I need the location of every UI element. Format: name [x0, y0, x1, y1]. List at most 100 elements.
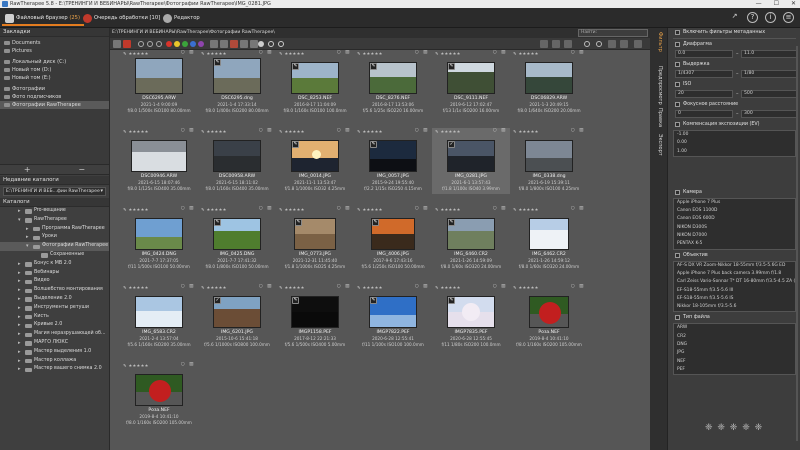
lens-filter[interactable]: Объектив — [673, 251, 796, 260]
rating-stars[interactable]: ✎ ★★★★★ — [513, 207, 539, 212]
rating-stars[interactable]: ✎ ★★★★★ — [123, 129, 149, 134]
info-icon[interactable] — [258, 41, 264, 47]
info-icon[interactable]: i — [765, 12, 776, 23]
focal-max-input[interactable]: 300 — [741, 110, 797, 118]
folder-tree-item[interactable]: ▸ Кривые 2.0 — [0, 321, 109, 330]
thumbnail-image[interactable] — [529, 218, 569, 250]
thumbnail-cell[interactable]: ✎ ★★★★★ ○ ▥ IMG_0338.dng 2021-6-19 15:39:11… — [510, 128, 588, 194]
rating-stars[interactable]: ✎ ★★★★★ — [279, 207, 305, 212]
menu-icon[interactable]: ≡ — [783, 12, 794, 23]
thumbnail-image[interactable] — [529, 296, 569, 328]
thumbnail-cell[interactable]: ✎ ★★★★★ ○ ▥ ✎ DSC_8276.NEF 2016-8-17 13:53:0… — [354, 50, 432, 116]
saved-filter-icon[interactable] — [240, 40, 248, 48]
thumbnail-actions[interactable]: ○ ▥ — [415, 206, 429, 211]
rating-stars[interactable]: ✎ ★★★★★ — [513, 129, 539, 134]
trash-filter-icon[interactable] — [250, 40, 258, 48]
thumbnail-cell[interactable]: ✎ ★★★★★ ○ ▥ ✎ IMGP7822.PEF 2020-6-28 12:55:4… — [354, 284, 432, 350]
thumbnail-image[interactable] — [213, 140, 261, 172]
rating-stars[interactable]: ✎ ★★★★★ — [201, 285, 227, 290]
recent-folders-select[interactable]: E:\ТРЕНИНГИ И ВЕБ...фии RawTherapee ▾ — [3, 187, 106, 196]
checkbox[interactable] — [675, 122, 680, 127]
rating-stars[interactable]: ✎ ★★★★★ — [279, 129, 305, 134]
focal-filter[interactable]: Фокусное расстояние — [673, 100, 796, 109]
thumbnail-actions[interactable]: ○ ▥ — [415, 284, 429, 289]
folder-tree-item[interactable]: ▸ Мастер вашего снимка 2.0 — [0, 365, 109, 374]
checkbox[interactable] — [675, 82, 680, 87]
thumbnail-cell[interactable]: ✎ ★★★★★ ○ ▥ DSC00946.ARW 2021-6-15 18:07:46… — [120, 128, 198, 194]
exposure-value[interactable]: 1.00 — [674, 148, 795, 156]
folder-tree-item[interactable]: ▸ Мастер коллажа — [0, 357, 109, 366]
rotate-right-icon[interactable] — [596, 41, 602, 47]
thumbnail-cell[interactable]: ✎ ★★★★★ ○ ▥ ✎ IMG_0425.DNG 2021-7-7 17:41:32… — [198, 206, 276, 272]
thumbnail-cell[interactable]: ✎ ★★★★★ ○ ▥ ✎ IMG_6460.CR2 2021-1-26 14:59:0… — [432, 206, 510, 272]
folder-tree-item[interactable]: ▸ Магия неразрушающей об... — [0, 330, 109, 339]
edited-filter-icon[interactable] — [123, 40, 131, 48]
chevron-right-icon[interactable]: ▸ — [18, 348, 21, 357]
star-filter-icon[interactable] — [113, 40, 121, 48]
checkbox[interactable] — [675, 102, 680, 107]
lens-value[interactable]: Carl Zeiss Vario-Sonnar T* DT 16-80mm f/… — [674, 278, 795, 286]
help-icon[interactable]: ? — [747, 12, 758, 23]
rating-filter-icon[interactable] — [156, 41, 162, 47]
rating-filter-icon[interactable] — [147, 41, 153, 47]
shutter-max-input[interactable]: 1/80 — [741, 70, 797, 78]
filetype-value[interactable]: JPG — [674, 349, 795, 357]
thumbnail-actions[interactable]: ○ ▥ — [571, 284, 585, 289]
chevron-right-icon[interactable]: ▸ — [18, 286, 21, 295]
lens-value[interactable]: AF-S DX VR Zoom-Nikkor 18-55mm f/3.5-5.6… — [674, 262, 795, 270]
thumbnail-cell[interactable]: ✎ ★★★★★ ○ ▥ ✎ IMG_4006.JPG 2017-9-6 17:43:16… — [354, 206, 432, 272]
thumbnail-actions[interactable]: ○ ▥ — [571, 50, 585, 55]
chevron-right-icon[interactable]: ▸ — [18, 357, 21, 366]
recent-filter-icon[interactable] — [230, 40, 238, 48]
maximize-icon[interactable]: ☐ — [774, 0, 779, 8]
thumbnail-actions[interactable]: ○ ▥ — [181, 362, 195, 367]
checkbox[interactable] — [675, 42, 680, 47]
bookmark-item[interactable]: Фото подписчиков — [0, 93, 109, 101]
rating-stars[interactable]: ✎ ★★★★★ — [123, 363, 149, 368]
rotate-left-icon[interactable] — [584, 41, 590, 47]
filetype-filter[interactable]: Тип файла — [673, 313, 796, 322]
thumbnail-actions[interactable]: ○ ▥ — [337, 206, 351, 211]
filetype-value[interactable]: NEF — [674, 358, 795, 366]
thumbnail-actions[interactable]: ○ ▥ — [259, 50, 273, 55]
bookmark-item[interactable]: Новый том (E:) — [0, 74, 109, 82]
exposure-filter[interactable]: Компенсация экспозиции (EV) — [673, 120, 796, 129]
vtab-preview[interactable]: Предпросмотр — [657, 66, 663, 105]
thumbnail-cell[interactable]: ✎ ★★★★★ ○ ▥ Роза.NEF 2019-8-4 10:41:10 f/8.0… — [510, 284, 588, 350]
vtab-export[interactable]: Экспорт — [657, 134, 663, 156]
chevron-right-icon[interactable]: ▸ — [18, 304, 21, 313]
chevron-right-icon[interactable]: ▸ — [18, 339, 21, 348]
rating-filter-icon[interactable] — [138, 41, 144, 47]
camera-value[interactable]: Canon EOS 1100D — [674, 207, 795, 215]
chevron-right-icon[interactable]: ▸ — [26, 233, 29, 242]
chevron-right-icon[interactable]: ▸ — [18, 277, 21, 286]
thumbnail-image[interactable] — [135, 296, 183, 328]
aperture-max-input[interactable]: 11.0 — [741, 50, 797, 58]
bookmark-item[interactable]: Фотографии — [0, 85, 109, 93]
thumbnail-cell[interactable]: ✎ ★★★★★ ○ ▥ ✎ IMGP7835.PEF 2020-6-28 12:55:4… — [432, 284, 510, 350]
filetype-value[interactable]: CR2 — [674, 333, 795, 341]
focal-min-input[interactable]: 0 — [675, 110, 733, 118]
chevron-down-icon[interactable]: ▾ — [18, 216, 21, 225]
chevron-right-icon[interactable]: ▸ — [18, 207, 21, 216]
rating-stars[interactable]: ✎ ★★★★★ — [357, 207, 383, 212]
pipette-icon[interactable] — [634, 40, 642, 48]
filetype-list[interactable]: ARW CR2 DNG JPG NEF PEF — [673, 323, 796, 376]
bookmark-item[interactable]: Documents — [0, 39, 109, 47]
thumbnail-cell[interactable]: ✎ ★★★★★ ○ ▥ ✓ IMG_6201.JPG 2015-10-6 15:41:1… — [198, 284, 276, 350]
thumbnail-cell[interactable]: ✎ ★★★★★ ○ ▥ ✎ DSC6295.dng 2021-1-4 17:33:14 f… — [198, 50, 276, 116]
lens-list[interactable]: AF-S DX VR Zoom-Nikkor 18-55mm f/3.5-5.6… — [673, 260, 796, 313]
lens-value[interactable]: EF-S18-55mm f/3.5-5.6 IS — [674, 295, 795, 303]
checkbox[interactable] — [675, 30, 680, 35]
camera-value[interactable]: NIKON D7000 — [674, 232, 795, 240]
rating-stars[interactable]: ✎ ★★★★★ — [435, 207, 461, 212]
thumbnail-cell[interactable]: ✎ ★★★★★ ○ ▥ ✎ DSC_8253.NEF 2016-8-17 11:04:0… — [276, 50, 354, 116]
chevron-right-icon[interactable]: ▸ — [18, 269, 21, 278]
yellow-label-icon[interactable] — [174, 41, 180, 47]
thumbnail-actions[interactable]: ○ ▥ — [493, 206, 507, 211]
thumbnail-cell[interactable]: ✎ ★★★★★ ○ ▥ DSC6295.ARW 2021-1-4 9:00:09 f/8… — [120, 50, 198, 116]
remove-bookmark-button[interactable]: − — [55, 165, 110, 174]
thumbnail-cell[interactable]: ✎ ★★★★★ ○ ▥ IMG_0424.DNG 2021-7-7 17:37:05 f… — [120, 206, 198, 272]
camera-value[interactable]: PENTAX K-5 — [674, 240, 795, 248]
filetype-value[interactable]: PEF — [674, 366, 795, 374]
